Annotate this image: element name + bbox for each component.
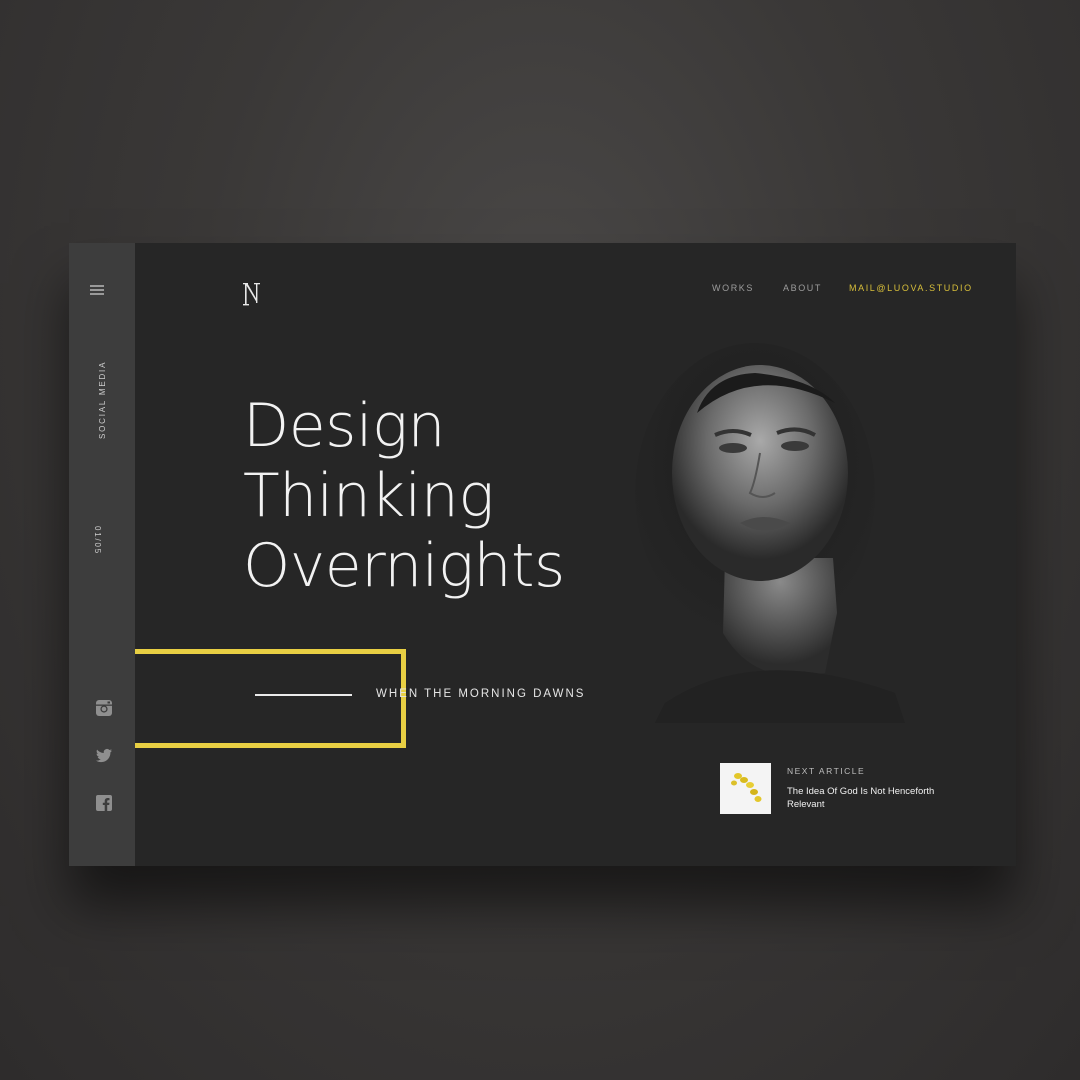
hero-headline: Design Thinking Overnights	[243, 391, 565, 601]
nav-mail-link[interactable]: MAIL@LUOVA.STUDIO	[849, 283, 973, 293]
social-media-label: SOCIAL MEDIA	[98, 360, 107, 439]
headline-line-2: Thinking	[243, 461, 494, 531]
next-article-thumbnail[interactable]	[720, 763, 771, 814]
hamburger-menu-icon[interactable]	[89, 283, 107, 299]
website-mockup-frame: SOCIAL MEDIA 01/05 WORKS ABOUT MAIL@LUOV…	[69, 243, 1016, 866]
left-sidebar: SOCIAL MEDIA 01/05	[69, 243, 135, 866]
next-article-title[interactable]: The Idea Of God Is Not Henceforth Releva…	[787, 785, 967, 811]
tagline-dash	[255, 694, 352, 696]
headline-line-1: Design	[243, 391, 446, 461]
headline-line-3: Overnights	[243, 531, 565, 601]
next-article-label: NEXT ARTICLE	[787, 766, 866, 776]
portrait-photo	[605, 343, 935, 723]
twitter-icon[interactable]	[95, 747, 113, 765]
nav-about[interactable]: ABOUT	[783, 283, 822, 293]
instagram-icon[interactable]	[95, 699, 113, 717]
hero-panel: N WORKS ABOUT MAIL@LUOVA.STUDIO	[135, 243, 1016, 866]
hero-tagline: WHEN THE MORNING DAWNS	[376, 688, 586, 700]
brand-logo[interactable]: N	[243, 280, 263, 308]
slide-counter: 01/05	[93, 526, 102, 556]
accent-frame	[135, 649, 406, 748]
nav-works[interactable]: WORKS	[712, 283, 754, 293]
facebook-icon[interactable]	[95, 794, 113, 812]
